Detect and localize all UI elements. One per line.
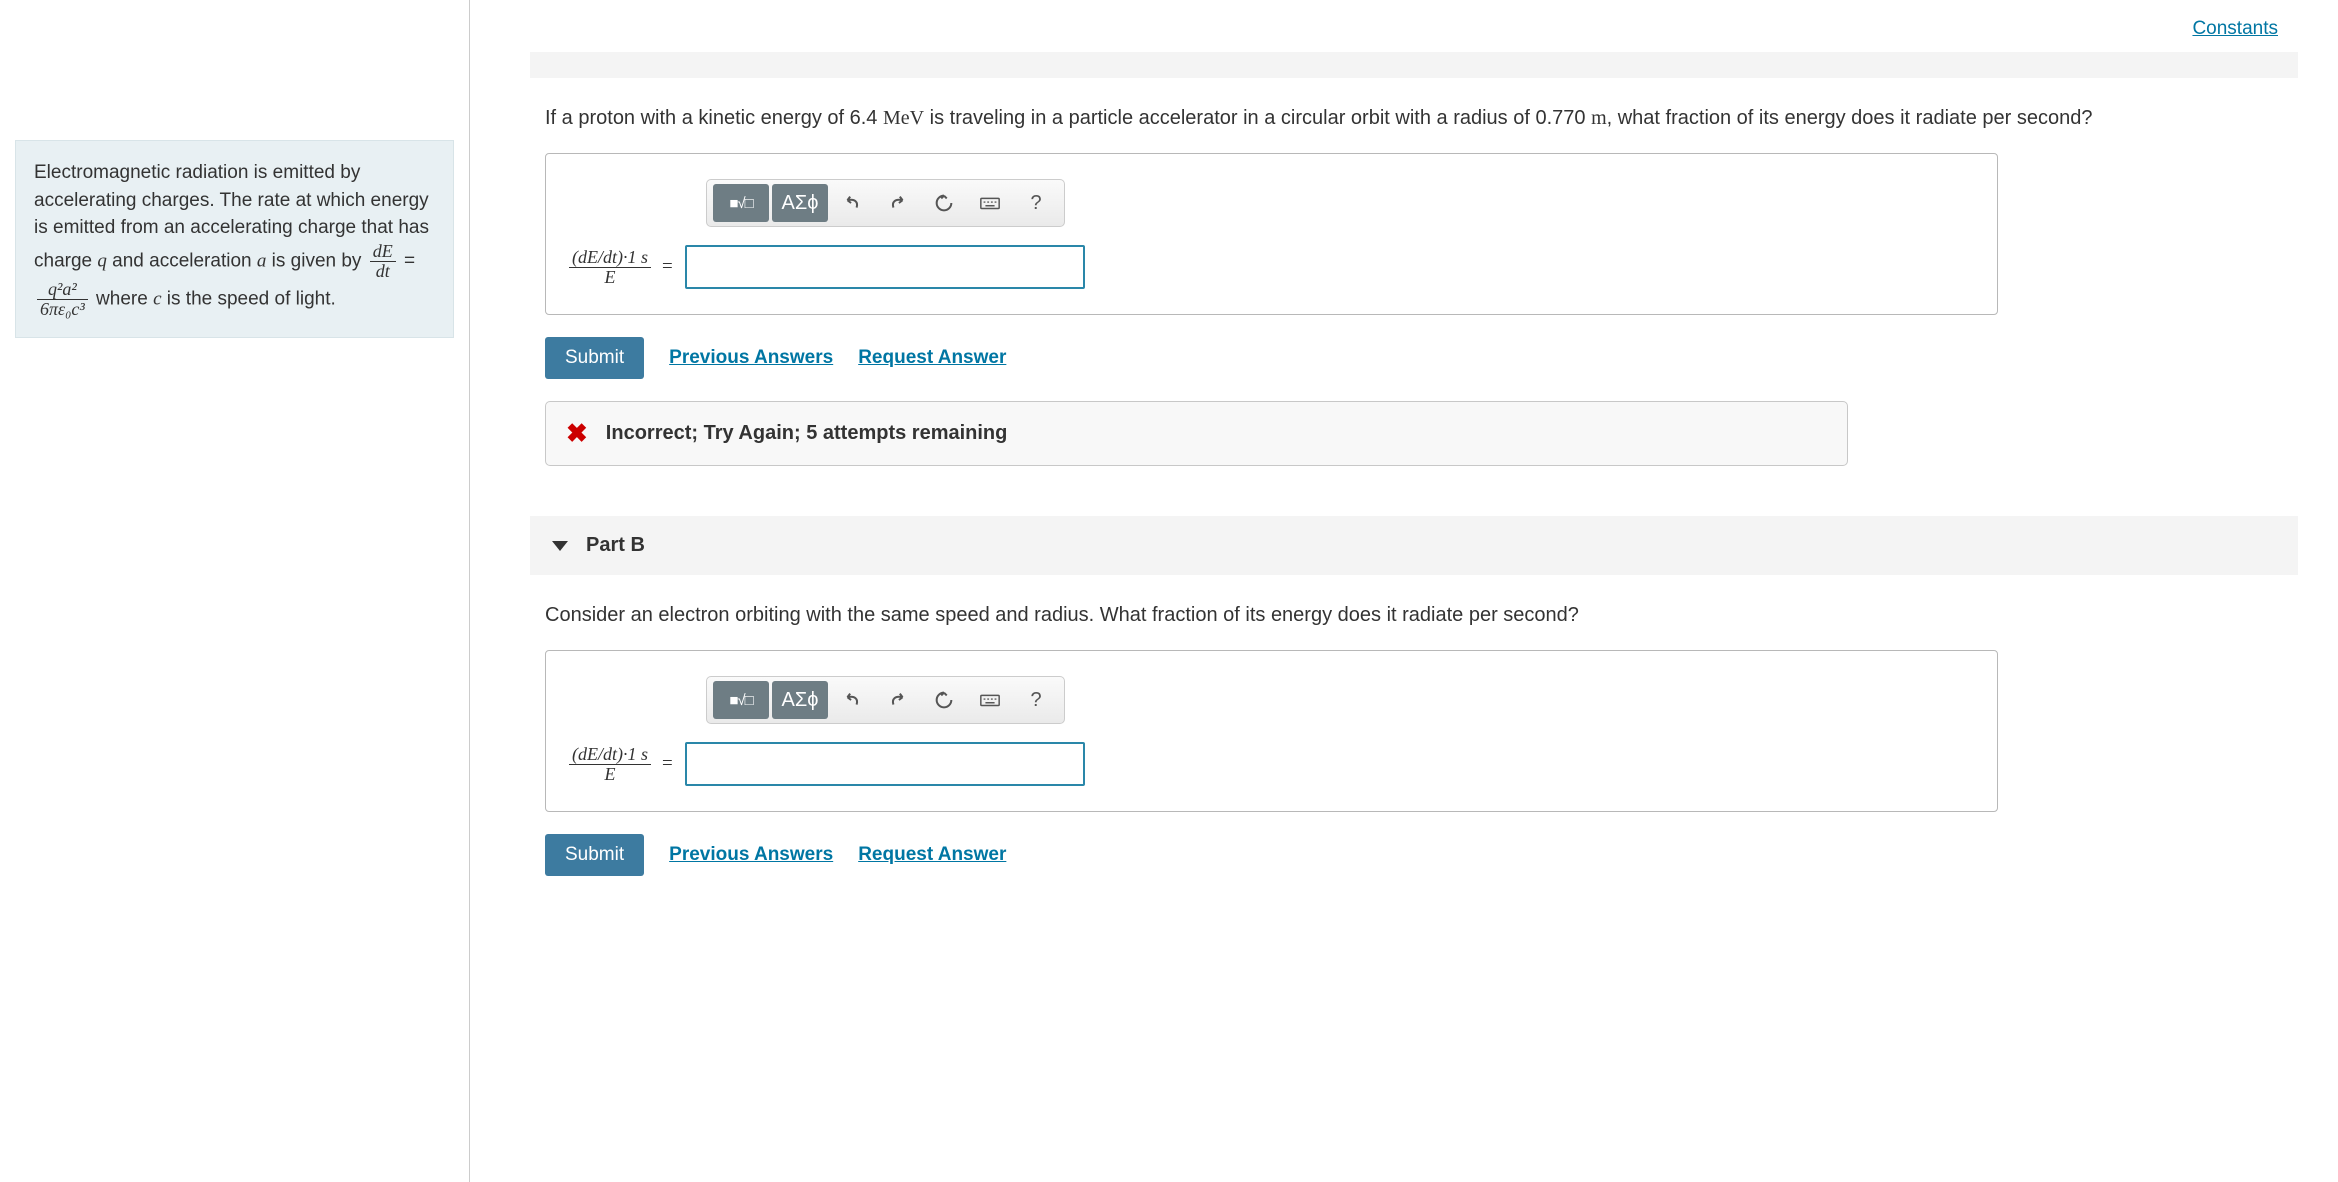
keyboard-button[interactable] xyxy=(968,184,1012,222)
answer-input-b[interactable] xyxy=(685,742,1085,786)
part-b-actions: Submit Previous Answers Request Answer xyxy=(545,834,2298,876)
lhs-expression-a: (dE/dt)·1 sE = xyxy=(566,248,673,287)
equals-sign: = xyxy=(399,250,415,271)
reset-icon xyxy=(933,689,955,711)
redo-button-b[interactable] xyxy=(876,681,920,719)
reset-button[interactable] xyxy=(922,184,966,222)
greek-letters-button[interactable]: ΑΣϕ xyxy=(772,184,828,222)
keyboard-icon xyxy=(979,689,1001,711)
intro-text-3: is given by xyxy=(266,250,366,271)
part-a-answer-box: ■√□ ΑΣϕ ? (dE/dt)·1 sE xyxy=(545,153,1998,315)
help-button-b[interactable]: ? xyxy=(1014,681,1058,719)
left-panel: Electromagnetic radiation is emitted by … xyxy=(0,0,470,1182)
templates-button-b[interactable]: ■√□ xyxy=(713,681,769,719)
redo-icon xyxy=(887,689,909,711)
part-a-question: If a proton with a kinetic energy of 6.4… xyxy=(545,103,2283,133)
previous-answers-link-b[interactable]: Previous Answers xyxy=(669,844,833,866)
keyboard-icon xyxy=(979,192,1001,214)
undo-button[interactable] xyxy=(830,184,874,222)
answer-toolbar-a: ■√□ ΑΣϕ ? xyxy=(706,179,1065,227)
undo-icon xyxy=(841,689,863,711)
intro-text-5: is the speed of light. xyxy=(162,289,336,310)
part-b-header[interactable]: Part B xyxy=(530,516,2298,575)
answer-toolbar-b: ■√□ ΑΣϕ ? xyxy=(706,676,1065,724)
constants-link[interactable]: Constants xyxy=(2192,18,2278,39)
answer-input-a[interactable] xyxy=(685,245,1085,289)
keyboard-button-b[interactable] xyxy=(968,681,1012,719)
problem-intro-box: Electromagnetic radiation is emitted by … xyxy=(15,140,454,338)
lhs-expression-b: (dE/dt)·1 sE = xyxy=(566,745,673,784)
intro-text-2: and acceleration xyxy=(107,250,257,271)
part-b-answer-box: ■√□ ΑΣϕ ? (dE/dt)·1 sE xyxy=(545,650,1998,812)
incorrect-icon: ✖ xyxy=(566,418,588,449)
greek-letters-button-b[interactable]: ΑΣϕ xyxy=(772,681,828,719)
var-c: c xyxy=(153,289,161,310)
previous-answers-link-a[interactable]: Previous Answers xyxy=(669,347,833,369)
redo-icon xyxy=(887,192,909,214)
right-panel: Constants If a proton with a kinetic ene… xyxy=(470,0,2338,1182)
part-a-actions: Submit Previous Answers Request Answer xyxy=(545,337,2298,379)
templates-button[interactable]: ■√□ xyxy=(713,184,769,222)
submit-button-a[interactable]: Submit xyxy=(545,337,644,379)
reset-button-b[interactable] xyxy=(922,681,966,719)
submit-button-b[interactable]: Submit xyxy=(545,834,644,876)
redo-button[interactable] xyxy=(876,184,920,222)
fraction-dE-dt: dEdt xyxy=(370,242,396,281)
request-answer-link-b[interactable]: Request Answer xyxy=(858,844,1006,866)
feedback-box: ✖ Incorrect; Try Again; 5 attempts remai… xyxy=(545,401,1848,466)
request-answer-link-a[interactable]: Request Answer xyxy=(858,347,1006,369)
chevron-down-icon xyxy=(552,541,568,551)
section-divider xyxy=(530,52,2298,78)
help-button[interactable]: ? xyxy=(1014,184,1058,222)
undo-icon xyxy=(841,192,863,214)
var-a: a xyxy=(257,250,267,271)
intro-text-4: where xyxy=(91,289,153,310)
part-b-label: Part B xyxy=(586,534,645,557)
feedback-text: Incorrect; Try Again; 5 attempts remaini… xyxy=(606,422,1008,445)
var-q: q xyxy=(97,250,107,271)
fraction-formula: q²a²6πε₀c³ xyxy=(37,280,88,319)
undo-button-b[interactable] xyxy=(830,681,874,719)
part-b-question: Consider an electron orbiting with the s… xyxy=(545,600,2283,630)
reset-icon xyxy=(933,192,955,214)
